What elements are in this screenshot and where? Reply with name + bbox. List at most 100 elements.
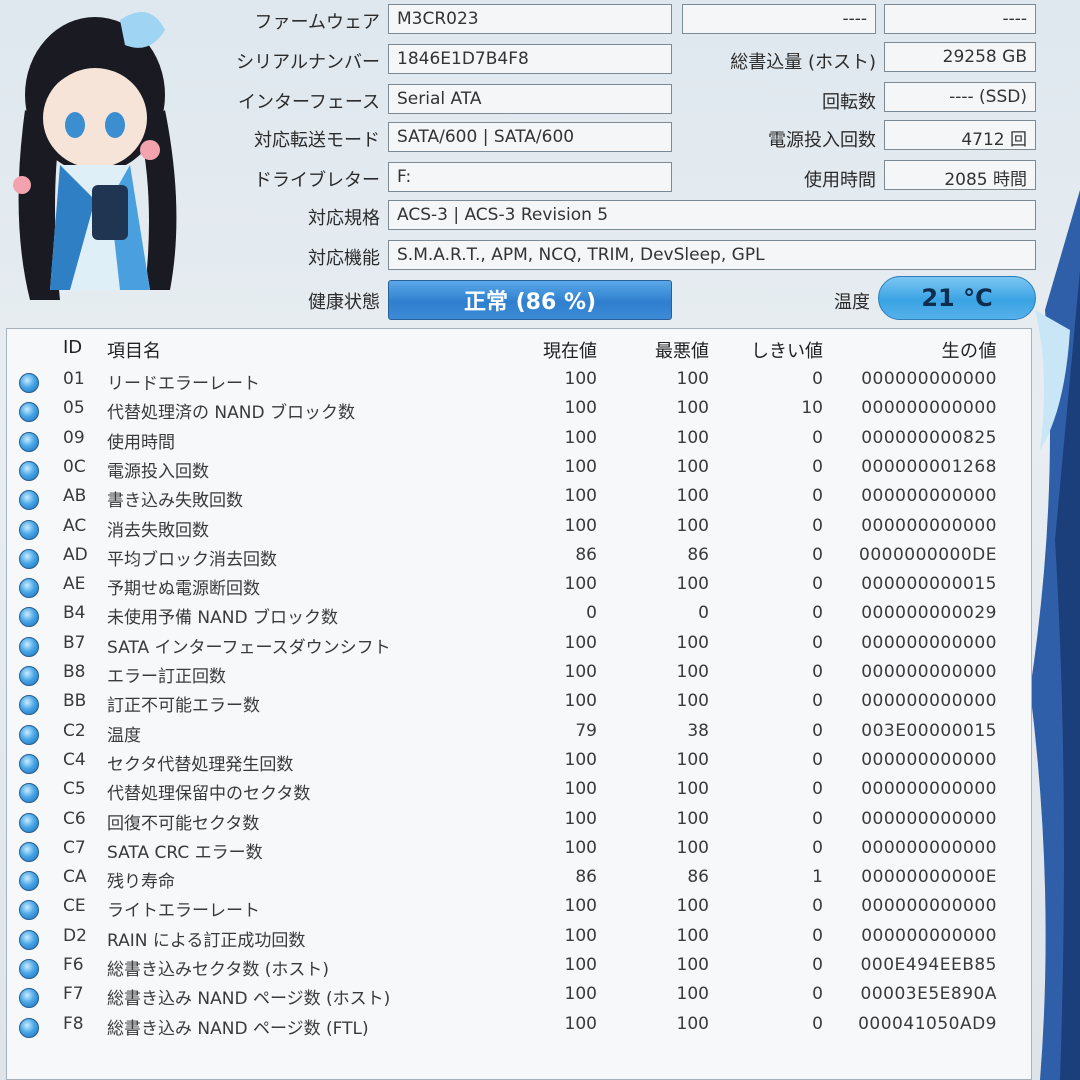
transfer-mode-field: SATA/600 | SATA/600: [388, 122, 672, 152]
cell-id: F7: [63, 984, 84, 1005]
cell-worst: 100: [676, 574, 709, 595]
table-row[interactable]: 0C 電源投入回数 100 100 0 000000001268: [7, 457, 1031, 486]
cell-worst: 100: [676, 896, 709, 917]
cell-threshold: 0: [812, 837, 823, 858]
cell-name: SATA インターフェースダウンシフト: [107, 637, 391, 658]
table-row[interactable]: C6 回復不可能セクタ数 100 100 0 000000000000: [7, 809, 1031, 838]
table-row[interactable]: C2 温度 79 38 0 003E00000015: [7, 721, 1031, 750]
cell-current: 100: [564, 662, 597, 682]
status-dot-icon: [19, 607, 39, 628]
cell-threshold: 0: [812, 749, 823, 770]
cell-id: B7: [63, 632, 86, 653]
cell-current: 100: [564, 925, 597, 946]
table-row[interactable]: CE ライトエラーレート 100 100 0 000000000000: [7, 896, 1031, 925]
table-row[interactable]: C5 代替処理保留中のセクタ数 100 100 0 000000000000: [7, 779, 1031, 808]
cell-id: D2: [63, 925, 87, 946]
table-row[interactable]: AC 消去失敗回数 100 100 0 000000000000: [7, 516, 1031, 545]
table-row[interactable]: D2 RAIN による訂正成功回数 100 100 0 000000000000: [7, 926, 1031, 955]
cell-id: F8: [63, 1013, 84, 1034]
table-row[interactable]: B8 エラー訂正回数 100 100 0 000000000000: [7, 662, 1031, 691]
cell-name: 代替処理保留中のセクタ数: [107, 784, 311, 805]
table-row[interactable]: C4 セクタ代替処理発生回数 100 100 0 000000000000: [7, 750, 1031, 779]
cell-raw: 00000000000E: [861, 867, 997, 888]
cell-threshold: 0: [812, 662, 823, 682]
table-row[interactable]: 09 使用時間 100 100 0 000000000825: [7, 428, 1031, 457]
serial-field: 1846E1D7B4F8: [388, 44, 672, 74]
cell-worst: 100: [676, 808, 709, 829]
table-row[interactable]: 05 代替処理済の NAND ブロック数 100 100 10 000000000000: [7, 398, 1031, 427]
cell-id: 05: [63, 398, 85, 419]
column-worst-header: 最悪値: [655, 341, 709, 362]
cell-worst: 100: [676, 1013, 709, 1034]
cell-id: BB: [63, 691, 87, 712]
cell-worst: 100: [676, 662, 709, 682]
cell-raw: 003E00000015: [861, 720, 997, 741]
table-row[interactable]: 01 リードエラーレート 100 100 0 000000000000: [7, 369, 1031, 398]
table-row[interactable]: B4 未使用予備 NAND ブロック数 0 0 0 000000000029: [7, 603, 1031, 632]
cell-threshold: 0: [812, 369, 823, 389]
cell-current: 100: [564, 779, 597, 800]
cell-threshold: 0: [812, 427, 823, 448]
health-status-button[interactable]: 正常 (86 %): [388, 280, 672, 320]
cell-threshold: 0: [812, 486, 823, 507]
table-row[interactable]: AE 予期せぬ電源断回数 100 100 0 000000000015: [7, 574, 1031, 603]
cell-worst: 100: [676, 456, 709, 477]
cell-id: AE: [63, 574, 86, 595]
power-hours-field: 2085 時間: [884, 160, 1036, 190]
cell-threshold: 1: [812, 867, 823, 888]
cell-threshold: 0: [812, 574, 823, 595]
cell-threshold: 0: [812, 515, 823, 536]
cell-name: 電源投入回数: [107, 461, 209, 482]
table-row[interactable]: CA 残り寿命 86 86 1 00000000000E: [7, 867, 1031, 896]
cell-current: 100: [564, 1013, 597, 1034]
cell-threshold: 0: [812, 896, 823, 917]
rotation-field: ---- (SSD): [884, 82, 1036, 112]
cell-threshold: 0: [812, 603, 823, 624]
cell-id: C4: [63, 749, 86, 770]
table-row[interactable]: F6 総書き込みセクタ数 (ホスト) 100 100 0 000E494EEB85: [7, 955, 1031, 984]
cell-id: C7: [63, 837, 86, 858]
health-label: 健康状態: [308, 292, 380, 313]
table-row[interactable]: AB 書き込み失敗回数 100 100 0 000000000000: [7, 486, 1031, 515]
table-row[interactable]: F8 総書き込み NAND ページ数 (FTL) 100 100 0 000041050A…: [7, 1014, 1031, 1043]
status-dot-icon: [19, 724, 39, 745]
cell-current: 100: [564, 632, 597, 653]
column-id-header: ID: [63, 337, 83, 358]
cell-threshold: 0: [812, 691, 823, 712]
cell-current: 100: [564, 369, 597, 389]
standard-label: 対応規格: [308, 208, 380, 229]
interface-field: Serial ATA: [388, 84, 672, 114]
smart-attribute-table[interactable]: ID 項目名 現在値 最悪値 しきい値 生の値 01 リードエラーレート 100 10…: [6, 328, 1032, 1080]
status-dot-icon: [19, 695, 39, 716]
cell-name: 温度: [107, 725, 141, 746]
rotation-label: 回転数: [822, 92, 876, 113]
cell-name: 書き込み失敗回数: [107, 491, 243, 512]
firmware-field: M3CR023: [388, 4, 672, 34]
table-row[interactable]: BB 訂正不可能エラー数 100 100 0 000000000000: [7, 691, 1031, 720]
cell-id: B4: [63, 603, 86, 624]
cell-id: B8: [63, 662, 86, 682]
status-dot-icon: [19, 460, 39, 481]
table-row[interactable]: B7 SATA インターフェースダウンシフト 100 100 0 000000000000: [7, 633, 1031, 662]
status-dot-icon: [19, 402, 39, 423]
cell-current: 100: [564, 427, 597, 448]
table-row[interactable]: F7 総書き込み NAND ページ数 (ホスト) 100 100 0 00003E5E89…: [7, 984, 1031, 1013]
cell-current: 100: [564, 691, 597, 712]
cell-threshold: 0: [812, 808, 823, 829]
status-dot-icon: [19, 431, 39, 452]
cell-current: 86: [575, 867, 597, 888]
cell-name: 残り寿命: [107, 872, 175, 893]
cell-current: 100: [564, 398, 597, 419]
cell-id: C6: [63, 808, 86, 829]
table-row[interactable]: C7 SATA CRC エラー数 100 100 0 000000000000: [7, 838, 1031, 867]
cell-threshold: 0: [812, 632, 823, 653]
status-dot-icon: [19, 373, 39, 393]
temperature-status-button[interactable]: 21 °C: [878, 276, 1036, 320]
table-row[interactable]: AD 平均ブロック消去回数 86 86 0 0000000000DE: [7, 545, 1031, 574]
cell-threshold: 0: [812, 720, 823, 741]
cell-current: 100: [564, 486, 597, 507]
column-name-header: 項目名: [107, 341, 161, 362]
cell-worst: 100: [676, 486, 709, 507]
cell-raw: 000000000000: [861, 837, 997, 858]
cell-raw: 000000000000: [861, 662, 997, 682]
